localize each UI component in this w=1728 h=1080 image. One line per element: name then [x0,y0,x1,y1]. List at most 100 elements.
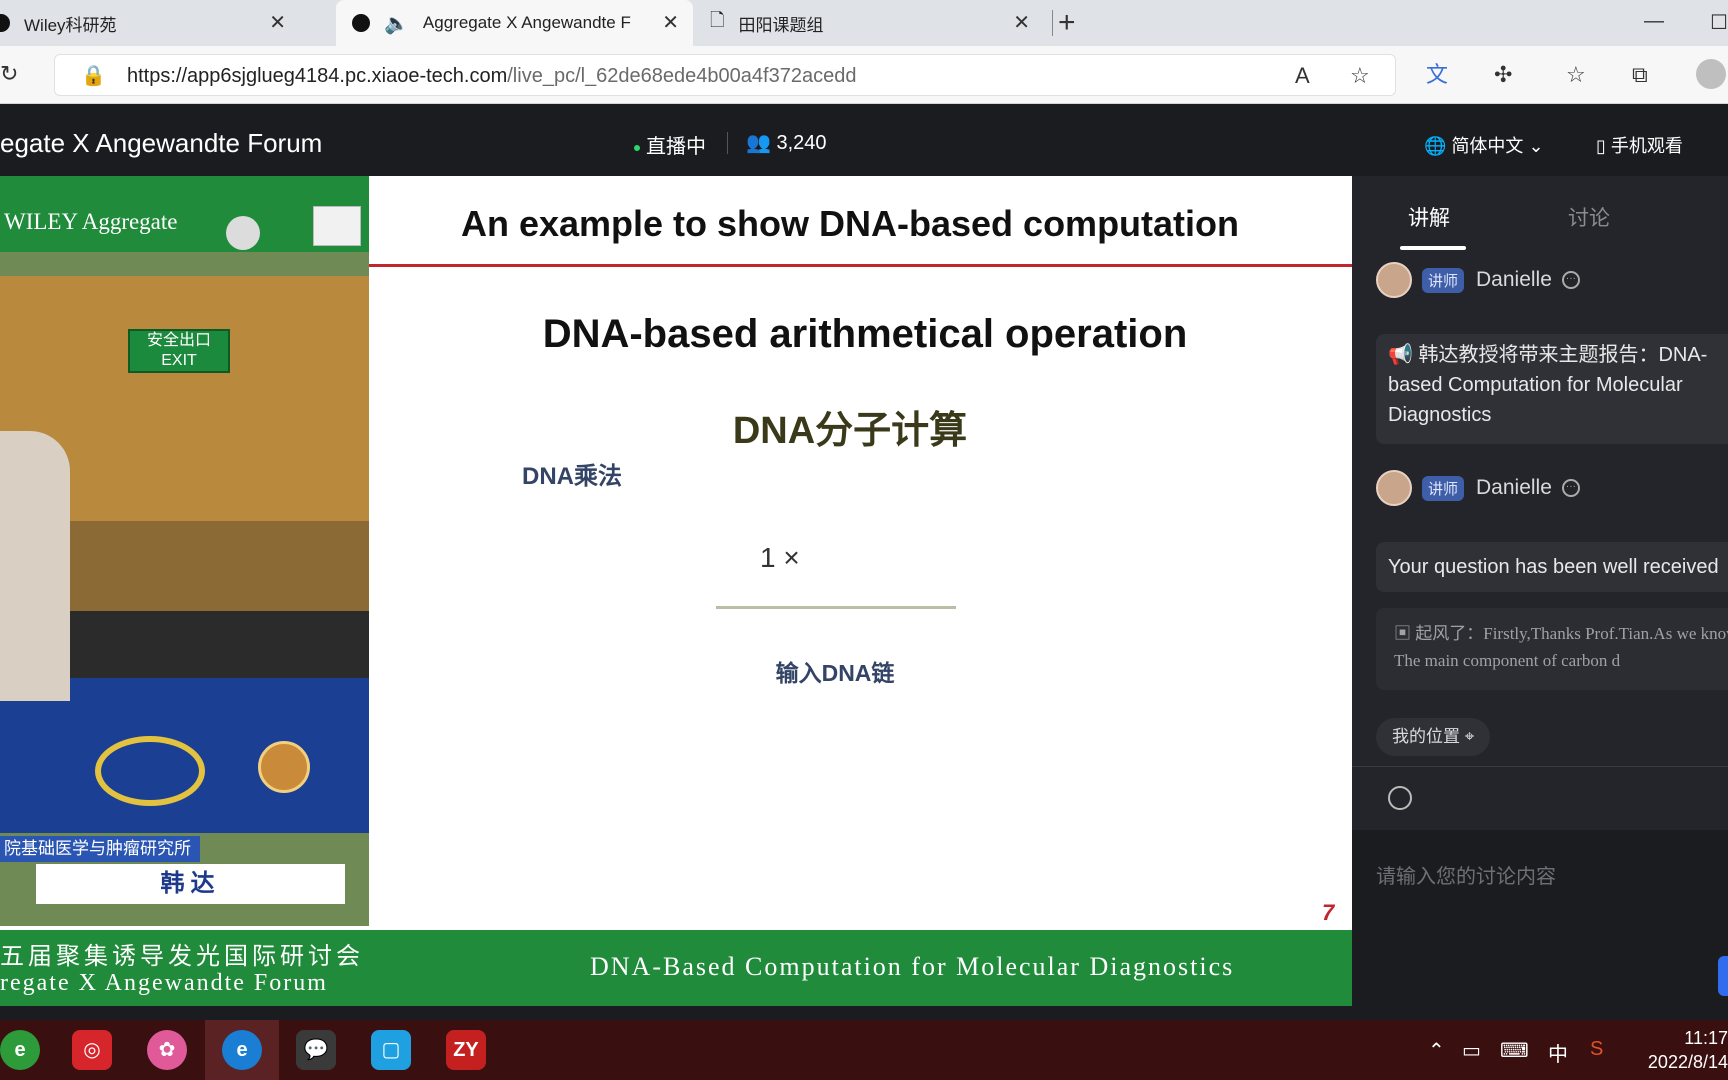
quoted-reply: ▣ 起风了：Firstly,Thanks Prof.Tian.As we kno… [1376,608,1728,690]
close-tab-icon[interactable]: ✕ [1013,12,1030,34]
message-header: 讲师 Danielle ··· [1376,262,1580,298]
slide-equation: 1 × [760,542,800,573]
wiley-favicon-icon [0,14,10,32]
speaker-figure [0,431,70,701]
url-text[interactable]: https://app6sjglueg4184.pc.xiaoe-tech.co… [127,65,856,88]
tab-title: Wiley科研苑 [24,15,117,35]
banner-line-1: 五届聚集诱导发光国际研讨会 [0,944,364,970]
sogou-ime-icon[interactable]: S [1590,1038,1603,1061]
message-header: 讲师 Danielle ··· [1376,470,1580,506]
photos-icon[interactable]: ✿ [147,1030,187,1070]
forum-banner: 五届聚集诱导发光国际研讨会 regate X Angewandte Forum … [0,930,1352,1006]
url-host: https://app6sjglueg4184.pc.xiaoe-tech.co… [127,65,508,87]
reply-icon: ▣ [1394,624,1411,643]
send-button[interactable] [1718,956,1728,996]
maximize-icon[interactable]: ☐ [1710,10,1728,35]
banner-talk-title: DNA-Based Computation for Molecular Diag… [590,952,1235,981]
close-tab-icon[interactable]: ✕ [662,12,679,34]
phone-icon: ▯ [1596,136,1606,156]
translate-icon[interactable]: 文 [1426,63,1448,87]
read-aloud-icon[interactable]: A [1295,64,1310,88]
battery-icon[interactable]: ▭ [1462,1038,1481,1063]
ime-indicator[interactable]: 中 [1548,1038,1568,1067]
avatar [1376,470,1412,506]
event-title: egate X Angewandte Forum [0,128,323,158]
emoji-icon[interactable] [1388,786,1412,810]
message-author: Danielle [1476,476,1552,499]
tab-discussion[interactable]: 讨论 [1568,202,1610,232]
live-video-player[interactable]: 安全出口 EXIT WILEY Aggregate 院基础医学与肿瘤研究所 韩达… [0,176,1352,1006]
language-label: 简体中文 [1451,136,1524,156]
banner-line-2: regate X Angewandte Forum [0,970,328,996]
viewer-count-text: 3,240 [776,132,827,154]
slide-input-strand: 输入DNA链 [775,660,895,686]
refresh-icon[interactable]: ↻ [0,62,18,86]
bilibili-icon[interactable]: ▢ [371,1030,411,1070]
chevron-up-icon[interactable]: ⌃ [1428,1038,1445,1063]
speaker-affiliation: 院基础医学与肿瘤研究所 [0,836,200,862]
lecturer-badge: 讲师 [1422,267,1465,293]
address-toolbar: ↻ 🔒 https://app6sjglueg4184.pc.xiaoe-tec… [0,46,1728,104]
active-tab-indicator [1400,246,1466,250]
zy-app-icon[interactable]: ZY [446,1030,486,1070]
netease-music-icon[interactable]: ◎ [72,1030,112,1070]
360-browser-icon[interactable]: e [0,1030,40,1070]
location-label: 我的位置 [1392,727,1460,746]
message-author: Danielle [1476,268,1552,291]
mobile-watch-label: 手机观看 [1610,136,1683,156]
society-logo-icon [313,206,361,246]
my-location-button[interactable]: 我的位置 ⌖ [1376,718,1491,756]
keyboard-icon[interactable]: ⌨ [1500,1038,1529,1063]
people-icon: 👥 [746,132,771,154]
exit-sign: 安全出口 EXIT [128,329,230,373]
language-selector[interactable]: 🌐 简体中文 ⌄ [1424,132,1544,158]
page-document-icon: 🗋 [710,10,725,30]
input-toolbar-divider [1352,766,1728,767]
speaker-audio-icon[interactable]: 🔈 [384,11,409,36]
collections-icon[interactable]: ⧉ [1632,63,1648,87]
slide-page-number: 7 [1322,900,1335,925]
browser-tab-bar: Wiley科研苑 ✕ 🔈 Aggregate X Angewandte F ✕ … [0,0,1728,46]
message-bubble: Your question has been well received [1376,542,1728,592]
location-pin-icon: ⌖ [1464,727,1475,746]
browser-tab-aggregate[interactable]: 🔈 Aggregate X Angewandte F ✕ [336,0,693,46]
wechat-icon[interactable]: 💬 [296,1030,336,1070]
close-tab-icon[interactable]: ✕ [269,12,286,34]
speaker-camera-feed: 安全出口 EXIT [0,191,369,926]
header-divider [727,132,728,154]
favorites-icon[interactable]: ☆ [1566,63,1586,87]
message-bubble: 📢 韩达教授将带来主题报告：DNA-based Computation for … [1376,334,1728,444]
new-tab-button[interactable]: + [1058,6,1076,40]
system-clock[interactable]: 11:17 2022/8/14 [1636,1026,1728,1074]
add-favorite-icon[interactable]: ☆ [1350,64,1370,88]
discussion-input[interactable]: 请输入您的讨论内容 [1352,830,1728,1020]
minimize-icon[interactable]: — [1644,10,1664,33]
tab-title: Aggregate X Angewandte F [422,13,631,32]
extensions-icon[interactable]: ✣ [1494,63,1512,87]
lecturer-badge: 讲师 [1422,475,1465,501]
browser-tab-wiley[interactable]: Wiley科研苑 ✕ [0,0,300,46]
windows-taskbar: e ◎ ✿ e 💬 ▢ ZY ⌃ ▭ ⌨ 中 S 11:17 2022/8/14 [0,1020,1728,1080]
side-panel-tabs: 讲解 讨论 [1352,176,1728,252]
wiley-logo: WILEY Aggregate [4,209,178,234]
aie-emblem-icon [95,736,205,806]
slide-heading-zh: DNA分子计算 [732,410,968,452]
edge-browser-icon[interactable]: e [222,1030,262,1070]
more-options-icon[interactable]: ··· [1561,479,1580,497]
tab-lecture[interactable]: 讲解 [1408,202,1450,232]
lock-icon[interactable]: 🔒 [81,64,106,88]
mobile-watch-button[interactable]: ▯ 手机观看 [1596,132,1683,158]
clock-time: 11:17 [1684,1028,1728,1048]
sponsor-logos: WILEY Aggregate [0,176,369,252]
tab-separator [1052,10,1053,36]
input-placeholder: 请输入您的讨论内容 [1376,866,1556,888]
clock-date: 2022/8/14 [1647,1052,1728,1072]
live-header: egate X Angewandte Forum 直播中 👥 3,240 🌐 简… [0,104,1728,176]
speaker-name: 韩达 [36,864,345,904]
exit-sign-text: 安全出口 EXIT [146,332,211,369]
browser-tab-tianyang[interactable]: 🗋 田阳课题组 ✕ [694,0,1044,46]
more-options-icon[interactable]: ··· [1561,271,1580,289]
address-bar[interactable]: 🔒 https://app6sjglueg4184.pc.xiaoe-tech.… [54,54,1396,96]
profile-avatar-icon[interactable] [1696,59,1726,89]
live-dot-icon [634,144,640,151]
